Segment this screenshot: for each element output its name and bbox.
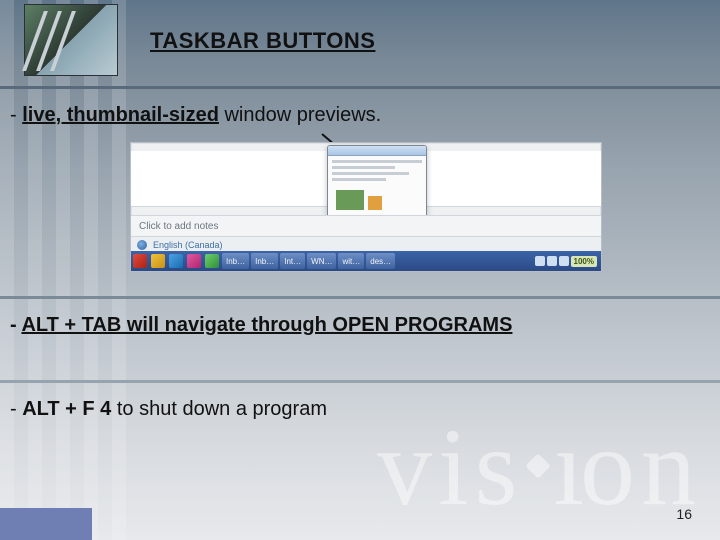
slide: TASKBAR BUTTONS - live, thumbnail-sized … xyxy=(0,0,720,540)
watermark: visıon xyxy=(377,412,702,522)
tray-icon xyxy=(547,256,557,266)
bullet-3-rest: to shut down a program xyxy=(111,398,327,420)
bullet-dash: - xyxy=(10,398,22,420)
page-number: 16 xyxy=(676,506,692,522)
bullet-2-text: ALT + TAB will navigate through OPEN PRO… xyxy=(21,314,512,336)
taskbar-icon xyxy=(169,254,183,268)
bullet-1-rest: window previews. xyxy=(219,104,381,126)
preview-area xyxy=(131,151,601,207)
bullet-1-strong: live, thumbnail-sized xyxy=(22,104,219,126)
logo-image xyxy=(24,4,118,76)
taskbar-button: Int… xyxy=(280,253,305,269)
taskbar-button: wit… xyxy=(338,253,364,269)
taskbar-button: des… xyxy=(366,253,395,269)
divider xyxy=(0,296,720,299)
taskbar-button: WN… xyxy=(307,253,336,269)
taskbar-icon xyxy=(151,254,165,268)
bullet-3-strong: ALT + F 4 xyxy=(22,398,111,420)
divider xyxy=(0,380,720,383)
zoom-percent: 100% xyxy=(571,256,597,267)
taskbar-button: Inb… xyxy=(251,253,278,269)
taskbar: Inb… Inb… Int… WN… wit… des… 100% xyxy=(131,251,601,271)
bullet-dash: - xyxy=(10,314,21,336)
thumbnail-titlebar xyxy=(328,146,426,156)
system-tray: 100% xyxy=(535,256,601,267)
slide-title: TASKBAR BUTTONS xyxy=(150,28,375,54)
taskbar-icon xyxy=(133,254,147,268)
taskbar-icon xyxy=(205,254,219,268)
bullet-1: - live, thumbnail-sized window previews. xyxy=(10,104,700,127)
thumbnail-body xyxy=(332,160,422,214)
tray-icon xyxy=(535,256,545,266)
thumbnail-image-orange xyxy=(368,196,382,210)
thumbnail-image-green xyxy=(336,190,364,210)
corner-accent xyxy=(0,508,92,540)
bullet-2: - ALT + TAB will navigate through OPEN P… xyxy=(10,314,700,337)
taskbar-icon xyxy=(187,254,201,268)
tray-icon xyxy=(559,256,569,266)
embedded-screenshot: Click to add notes English (Canada) Inb…… xyxy=(130,142,602,272)
decorative-bands xyxy=(0,0,140,540)
divider xyxy=(0,86,720,89)
watermark-dot-icon xyxy=(526,453,551,478)
notes-placeholder: Click to add notes xyxy=(131,215,601,237)
window-thumbnail xyxy=(327,145,427,219)
taskbar-button: Inb… xyxy=(222,253,249,269)
bullet-dash: - xyxy=(10,104,22,126)
